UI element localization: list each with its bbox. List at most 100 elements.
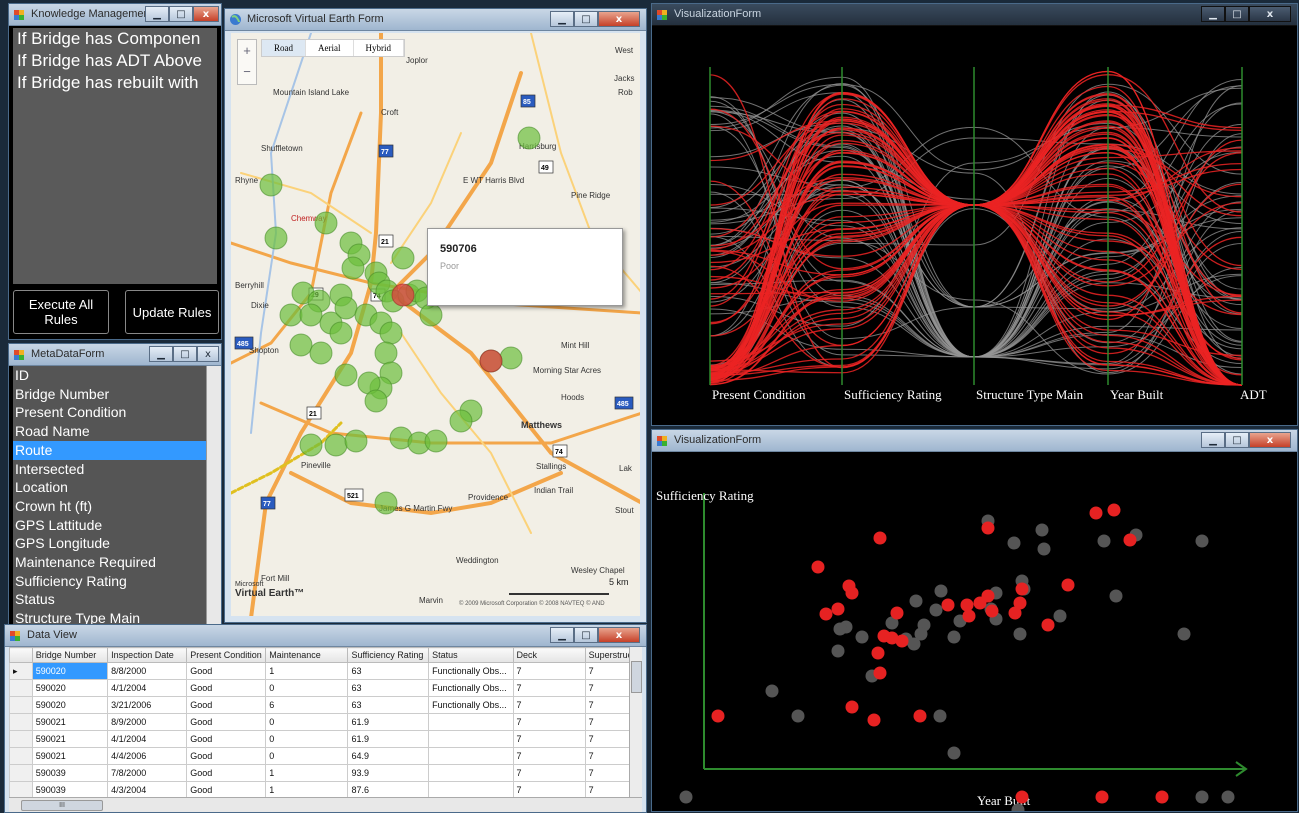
bridge-marker-good[interactable] — [309, 341, 333, 365]
table-cell[interactable]: 1 — [265, 781, 349, 798]
table-row[interactable]: ▸ 590020 8/8/2000 Good 1 63 Functionally Obs..… — [9, 662, 642, 680]
scatter-point-highlight[interactable] — [981, 521, 995, 535]
table-cell[interactable]: Good — [186, 696, 267, 714]
tab-road[interactable]: Road — [262, 40, 306, 56]
minimize-button[interactable]: ▁ — [145, 6, 169, 22]
minimize-button[interactable]: ▁ — [1201, 6, 1225, 22]
tab-hybrid[interactable]: Hybrid — [354, 40, 404, 56]
scatter-point-highlight[interactable] — [1061, 578, 1075, 592]
rule-item[interactable]: If Bridge has Componen — [13, 28, 217, 50]
table-cell[interactable]: Good — [186, 781, 267, 798]
field-item[interactable]: GPS Lattitude — [13, 516, 207, 535]
data-grid[interactable]: Bridge Number Inspection Date Present Cond… — [9, 647, 642, 798]
scatter-point-highlight[interactable] — [1015, 790, 1029, 804]
bridge-marker-good[interactable] — [379, 321, 403, 345]
close-button[interactable]: x — [1249, 432, 1291, 448]
metadata-titlebar[interactable]: MetaDataForm ▁ □ x — [9, 344, 221, 366]
minimize-button[interactable]: ▁ — [1201, 432, 1225, 448]
tab-aerial[interactable]: Aerial — [306, 40, 354, 56]
maximize-button[interactable]: □ — [169, 6, 193, 22]
table-cell[interactable]: 590021 — [31, 747, 109, 765]
table-cell[interactable]: 61.9 — [347, 713, 430, 731]
scatter-point-context[interactable] — [679, 790, 693, 804]
scatter-point-context[interactable] — [909, 594, 923, 608]
scatter-point-context[interactable] — [833, 622, 847, 636]
scatter-point-context[interactable] — [831, 644, 845, 658]
column-header[interactable]: Sufficiency Rating — [347, 647, 430, 663]
row-header[interactable] — [9, 713, 33, 731]
scatter-point-context[interactable] — [947, 746, 961, 760]
bridge-marker-good[interactable] — [324, 433, 348, 457]
bridge-marker-good[interactable] — [341, 256, 365, 280]
field-item[interactable]: Road Name — [13, 422, 207, 441]
table-cell[interactable]: Functionally Obs... — [428, 696, 514, 714]
field-item[interactable]: Crown ht (ft) — [13, 497, 207, 516]
bridge-marker-poor[interactable] — [479, 349, 503, 373]
scatter-point-context[interactable] — [855, 630, 869, 644]
bridge-marker-good[interactable] — [334, 363, 358, 387]
scatter-point-context[interactable] — [907, 637, 921, 651]
field-item[interactable]: Status — [13, 590, 207, 609]
minimize-button[interactable]: ▁ — [550, 627, 574, 643]
viz-titlebar[interactable]: VisualizationForm ▁ □ x — [652, 430, 1297, 452]
parallel-coordinates-plot[interactable]: Present Condition Sufficiency Rating Struc… — [652, 27, 1297, 425]
table-row[interactable]: 590039 7/8/2000 Good 1 93.9 7 7 — [9, 764, 642, 782]
column-header[interactable]: Status — [428, 647, 514, 663]
scatter-point-context[interactable] — [1177, 627, 1191, 641]
bridge-marker-poor[interactable] — [391, 283, 415, 307]
table-row[interactable]: 590021 4/4/2006 Good 0 64.9 7 7 — [9, 747, 642, 765]
table-cell[interactable] — [428, 781, 514, 798]
zoom-in-button[interactable]: + — [238, 40, 256, 61]
field-item[interactable]: Location — [13, 478, 207, 497]
table-cell[interactable]: Good — [186, 679, 267, 697]
execute-all-rules-button[interactable]: Execute All Rules — [13, 290, 109, 334]
close-button[interactable]: x — [193, 6, 219, 22]
scatter-point-highlight[interactable] — [1095, 790, 1109, 804]
bridge-marker-good[interactable] — [279, 303, 303, 327]
table-cell[interactable]: 3/21/2006 — [107, 696, 188, 714]
scatter-point-highlight[interactable] — [960, 598, 974, 612]
row-header[interactable] — [9, 679, 33, 697]
close-button[interactable]: x — [598, 11, 640, 27]
scatter-point-highlight[interactable] — [890, 606, 904, 620]
column-header[interactable]: Maintenance — [265, 647, 349, 663]
field-item[interactable]: Intersected — [13, 460, 207, 479]
scatter-point-highlight[interactable] — [867, 713, 881, 727]
column-header[interactable]: Inspection Date — [107, 647, 188, 663]
table-cell[interactable]: 7 — [512, 781, 586, 798]
row-header[interactable] — [9, 781, 33, 798]
maximize-button[interactable]: □ — [1225, 6, 1249, 22]
table-row[interactable]: 590021 4/1/2004 Good 0 61.9 7 7 — [9, 730, 642, 748]
grid-horizontal-scrollbar[interactable]: III — [9, 797, 642, 812]
bridge-popup[interactable]: 590706 Poor — [427, 228, 623, 306]
table-cell[interactable]: 7 — [512, 730, 586, 748]
scatter-point-highlight[interactable] — [831, 602, 845, 616]
scatter-point-highlight[interactable] — [1015, 582, 1029, 596]
table-cell[interactable]: 590020 — [31, 696, 109, 714]
table-cell[interactable]: 87.6 — [347, 781, 430, 798]
close-button[interactable]: x — [1249, 6, 1291, 22]
scatter-point-highlight[interactable] — [873, 531, 887, 545]
scatter-point-context[interactable] — [933, 709, 947, 723]
table-cell[interactable]: Good — [186, 764, 267, 782]
rules-list[interactable]: If Bridge has Componen If Bridge has ADT… — [13, 28, 217, 284]
map-titlebar[interactable]: Microsoft Virtual Earth Form ▁ □ x — [225, 9, 646, 31]
scatter-point-highlight[interactable] — [811, 560, 825, 574]
field-item[interactable]: ID — [13, 366, 207, 385]
zoom-control[interactable]: + − — [237, 39, 257, 85]
table-cell[interactable]: 590021 — [31, 713, 109, 731]
table-cell[interactable]: 0 — [265, 747, 349, 765]
table-row[interactable]: 590039 4/3/2004 Good 1 87.6 7 7 — [9, 781, 642, 798]
table-cell[interactable]: Functionally Obs... — [428, 662, 514, 680]
field-item[interactable]: GPS Longitude — [13, 534, 207, 553]
table-cell[interactable]: 8/9/2000 — [107, 713, 188, 731]
scatter-point-highlight[interactable] — [845, 586, 859, 600]
scatter-point-context[interactable] — [929, 603, 943, 617]
bridge-marker-good[interactable] — [391, 246, 415, 270]
rule-item[interactable]: If Bridge has ADT Above — [13, 50, 217, 72]
scatter-point-context[interactable] — [1007, 536, 1021, 550]
table-cell[interactable] — [428, 713, 514, 731]
map-svg[interactable]: Mountain Island Lake Croft Joplor Shuffleto… — [231, 33, 640, 616]
table-cell[interactable] — [428, 747, 514, 765]
row-header[interactable] — [9, 696, 33, 714]
